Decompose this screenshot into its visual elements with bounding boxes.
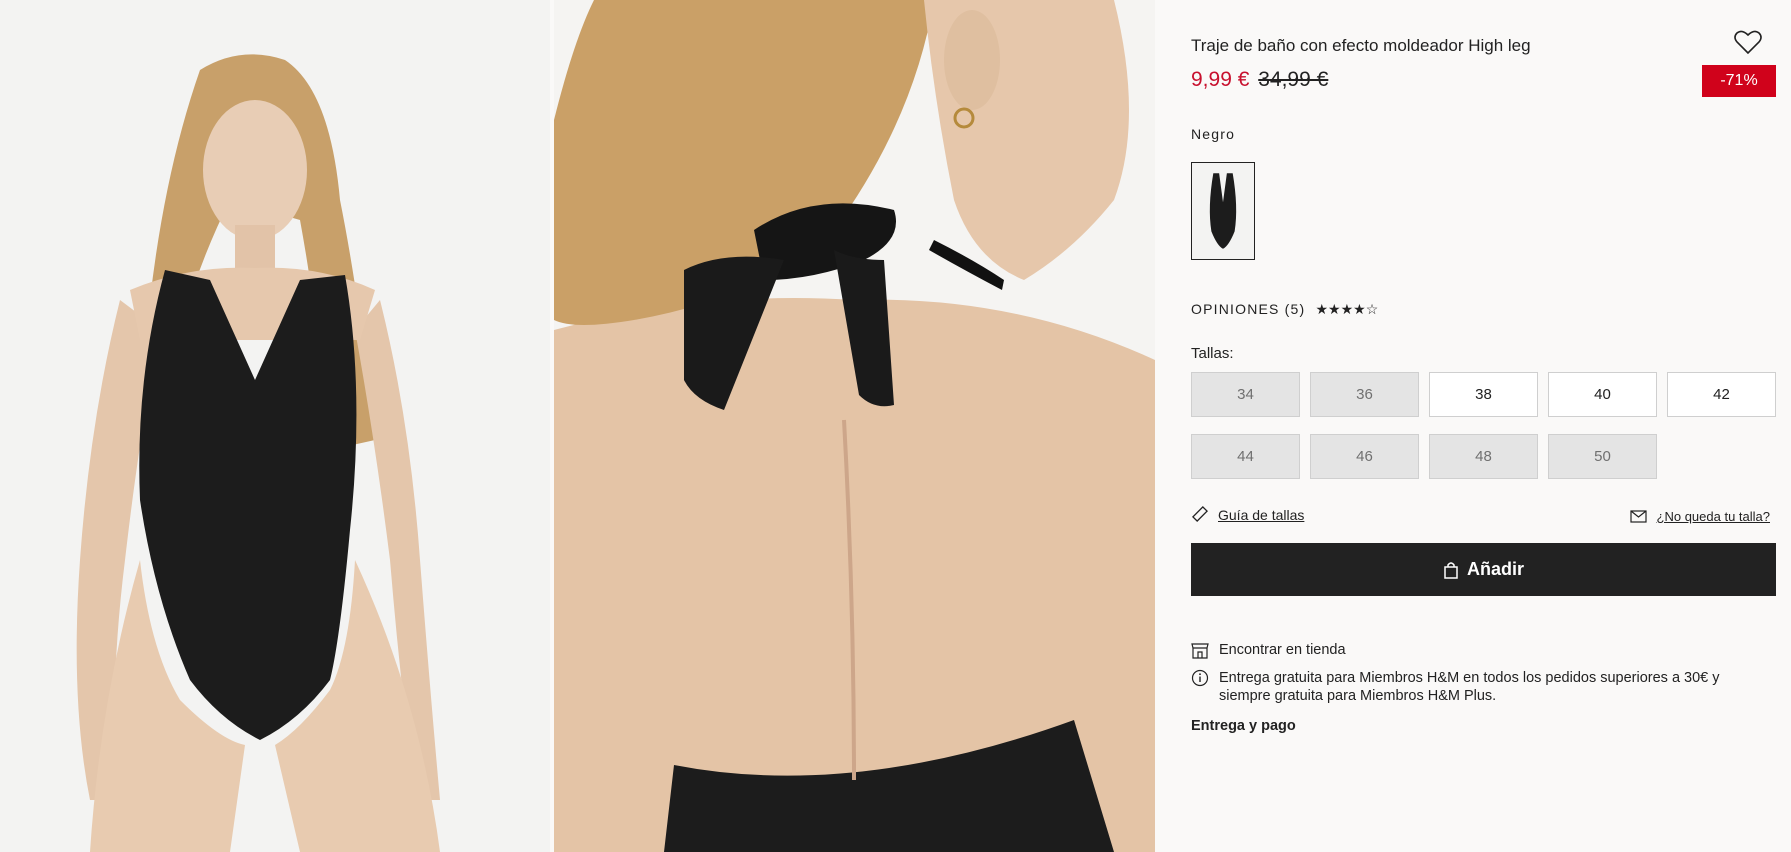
price-row: 9,99 € 34,99 € [1191, 68, 1328, 92]
size-missing[interactable]: ¿No queda tu talla? [1629, 509, 1770, 524]
delivery-payment-link[interactable]: Entrega y pago [1191, 718, 1296, 734]
size-42[interactable]: 42 [1667, 372, 1776, 417]
size-guide-link[interactable]: Guía de tallas [1218, 507, 1304, 523]
info-icon [1191, 669, 1209, 687]
rating-stars: ★★★★☆ [1315, 301, 1379, 317]
size-50[interactable]: 50 [1548, 434, 1657, 479]
product-title: Traje de baño con efecto moldeador High … [1191, 36, 1531, 55]
sizes-label: Tallas: [1191, 345, 1234, 362]
find-in-store[interactable]: Encontrar en tienda [1191, 641, 1346, 659]
size-34[interactable]: 34 [1191, 372, 1300, 417]
reviews-link[interactable]: OPINIONES (5) ★★★★☆ [1191, 301, 1378, 318]
model-back-illustration [554, 0, 1155, 852]
add-to-bag-button[interactable]: Añadir [1191, 543, 1776, 596]
size-48[interactable]: 48 [1429, 434, 1538, 479]
product-image-front[interactable] [0, 0, 550, 852]
size-46[interactable]: 46 [1310, 434, 1419, 479]
sale-price: 9,99 € [1191, 68, 1250, 91]
size-missing-link[interactable]: ¿No queda tu talla? [1657, 509, 1770, 524]
size-guide[interactable]: Guía de tallas [1191, 506, 1304, 523]
ruler-icon [1192, 506, 1208, 522]
original-price: 34,99 € [1258, 68, 1329, 91]
free-delivery-info: Entrega gratuita para Miembros H&M en to… [1191, 669, 1751, 705]
size-40[interactable]: 40 [1548, 372, 1657, 417]
store-icon [1191, 643, 1209, 659]
color-name: Negro [1191, 126, 1236, 142]
favorite-button[interactable] [1732, 26, 1764, 58]
color-swatch-black[interactable] [1191, 162, 1255, 260]
free-delivery-text: Entrega gratuita para Miembros H&M en to… [1219, 670, 1720, 704]
shopping-bag-icon [1444, 561, 1458, 579]
heart-icon [1734, 30, 1762, 55]
product-info-panel: Traje de baño con efecto moldeador High … [1191, 0, 1776, 852]
add-to-bag-label: Añadir [1466, 559, 1524, 579]
size-38[interactable]: 38 [1429, 372, 1538, 417]
reviews-label: OPINIONES (5) [1191, 301, 1306, 317]
envelope-icon [1629, 510, 1647, 523]
size-36[interactable]: 36 [1310, 372, 1419, 417]
product-image-back[interactable] [554, 0, 1155, 852]
model-front-illustration [0, 0, 550, 852]
discount-badge: -71% [1702, 65, 1776, 97]
swimsuit-thumbnail [1192, 163, 1254, 259]
find-in-store-label: Encontrar en tienda [1219, 642, 1346, 658]
size-44[interactable]: 44 [1191, 434, 1300, 479]
